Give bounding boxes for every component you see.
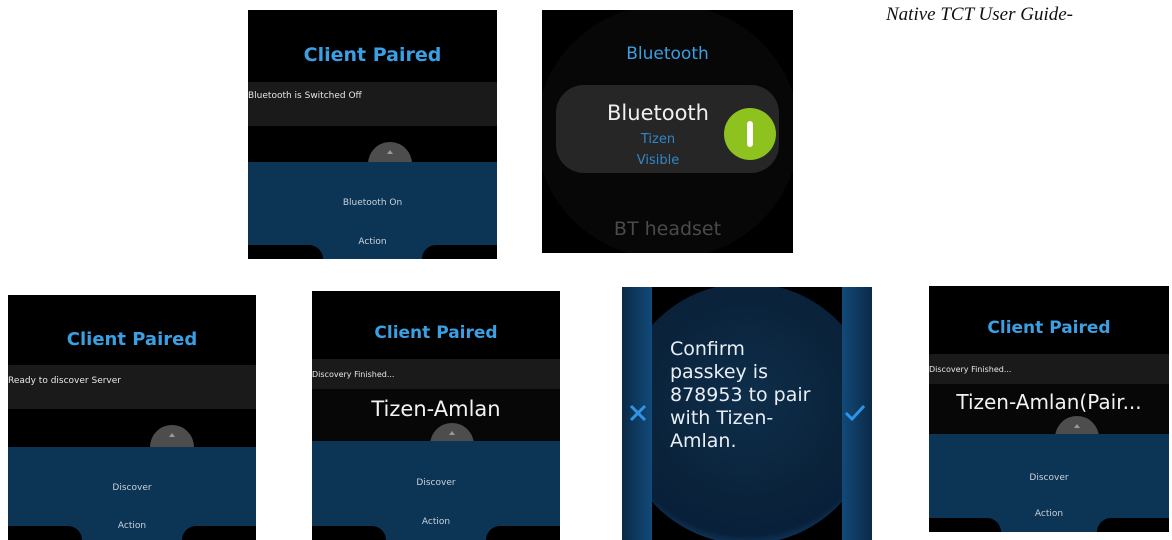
- status-band: [8, 365, 256, 409]
- device-name: Tizen: [640, 132, 676, 147]
- bluetooth-on-button[interactable]: Bluetooth On: [248, 198, 497, 208]
- corner-left: [312, 526, 387, 540]
- status-text: Discovery Finished...: [929, 365, 1012, 374]
- status-text: Ready to discover Server: [8, 376, 121, 386]
- bluetooth-item-label: Bluetooth: [607, 101, 709, 125]
- page-title: Client Paired: [987, 318, 1111, 338]
- status-text: Discovery Finished...: [312, 370, 395, 379]
- bluetooth-switch[interactable]: [724, 108, 776, 160]
- document-header: Native TCT User Guide-: [886, 4, 1074, 25]
- status-text: Bluetooth is Switched Off: [248, 91, 362, 101]
- page-title: Bluetooth: [626, 44, 709, 64]
- corner-left: [8, 526, 83, 540]
- screenshot-bt-off: Client Paired Bluetooth is Switched Off …: [248, 10, 497, 259]
- device-name: Tizen-Amlan: [371, 397, 501, 421]
- visibility-status: Visible: [636, 153, 680, 168]
- status-band: [248, 82, 497, 126]
- screenshot-bt-settings: Bluetooth Bluetooth Tizen Visible BT hea…: [542, 10, 793, 253]
- corner-right: [485, 526, 560, 540]
- passkey-message: Confirm passkey is 878953 to pair with T…: [670, 338, 811, 452]
- corner-right: [422, 245, 497, 259]
- check-icon[interactable]: [844, 403, 866, 423]
- discover-button[interactable]: Discover: [8, 483, 256, 493]
- discover-button[interactable]: Discover: [312, 478, 560, 488]
- discover-button[interactable]: Discover: [929, 473, 1169, 483]
- corner-left: [248, 245, 323, 259]
- screenshot-finished: Client Paired Discovery Finished... Tize…: [312, 291, 560, 540]
- close-icon[interactable]: [628, 403, 648, 423]
- corner-right: [181, 526, 256, 540]
- corner-left: [929, 518, 1001, 532]
- device-name: Tizen-Amlan(Pair...: [956, 390, 1142, 414]
- page-title: Client Paired: [66, 329, 198, 350]
- screenshot-passkey: Confirm passkey is 878953 to pair with T…: [622, 287, 872, 540]
- page-title: Client Paired: [303, 44, 442, 66]
- corner-right: [1097, 518, 1169, 532]
- screenshot-ready: Client Paired Ready to discover Server D…: [8, 295, 256, 540]
- page-title: Client Paired: [374, 323, 498, 343]
- screenshot-paired: Client Paired Discovery Finished... Tize…: [929, 286, 1169, 532]
- bt-headset-item[interactable]: BT headset: [542, 218, 793, 240]
